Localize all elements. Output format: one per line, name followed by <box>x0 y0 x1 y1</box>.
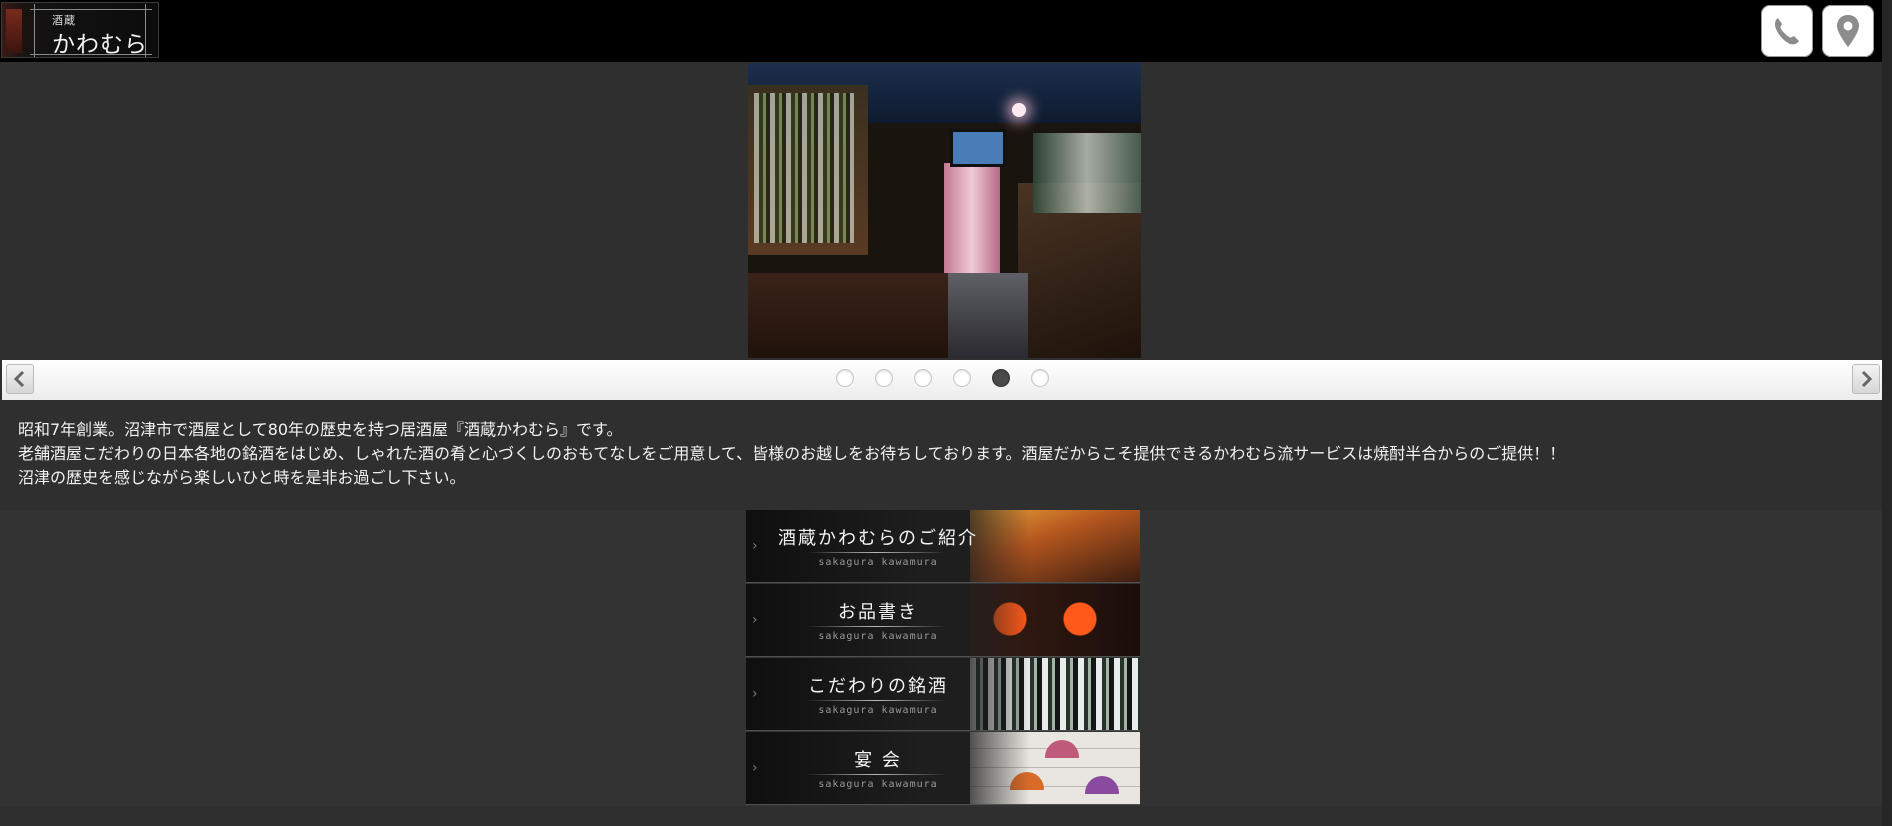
slider-dot-4[interactable] <box>953 369 971 387</box>
menu-item-title: 宴 会 <box>854 750 902 771</box>
menu-item-banquet[interactable]: › 宴 会 sakagura kawamura <box>746 732 1140 805</box>
menu-item-subtitle: sakagura kawamura <box>818 631 938 642</box>
slider-image[interactable] <box>748 63 1141 358</box>
map-pin-icon <box>1837 15 1859 47</box>
chevron-left-icon <box>13 371 25 387</box>
chevron-right-icon: › <box>752 538 758 554</box>
page: 酒蔵 かわむら 昭和7年創業。沼津市で酒屋として80年の歴史を持つ居酒屋『酒蔵か… <box>0 0 1892 826</box>
phone-button[interactable] <box>1761 5 1813 57</box>
slider-next-button[interactable] <box>1852 364 1880 394</box>
menu-item-subtitle: sakagura kawamura <box>818 705 938 716</box>
intro-line: 沼津の歴史を感じながら楽しいひと時を是非お過ごし下さい。 <box>18 468 466 487</box>
menu-item-title: お品書き <box>838 602 918 623</box>
chevron-right-icon: › <box>752 760 758 776</box>
slider-dot-2[interactable] <box>875 369 893 387</box>
intro-text: 昭和7年創業。沼津市で酒屋として80年の歴史を持つ居酒屋『酒蔵かわむら』です。 … <box>18 418 1868 490</box>
intro-line: 老舗酒屋こだわりの日本各地の銘酒をはじめ、しゃれた酒の肴と心づくしのおもてなしを… <box>18 444 1566 463</box>
logo-decoration <box>6 9 22 53</box>
header-bar: 酒蔵 かわむら <box>0 0 1892 62</box>
menu-item-subtitle: sakagura kawamura <box>818 779 938 790</box>
chevron-right-icon <box>1861 371 1873 387</box>
page-scrollbar[interactable] <box>1882 0 1892 826</box>
menu-item-subtitle: sakagura kawamura <box>818 557 938 568</box>
slider-dot-5[interactable] <box>992 369 1010 387</box>
menu-banners: › 酒蔵かわむらのご紹介 sakagura kawamura › お品書き sa… <box>746 510 1140 806</box>
map-button[interactable] <box>1822 5 1874 57</box>
chevron-right-icon: › <box>752 612 758 628</box>
intro-line: 昭和7年創業。沼津市で酒屋として80年の歴史を持つ居酒屋『酒蔵かわむら』です。 <box>18 420 623 439</box>
site-logo[interactable]: 酒蔵 かわむら <box>1 2 159 58</box>
logo-big-text: かわむら <box>52 32 148 58</box>
slider-nav-bar <box>2 360 1882 400</box>
menu-item-title: こだわりの銘酒 <box>808 676 948 697</box>
chevron-right-icon: › <box>752 686 758 702</box>
slider-dot-6[interactable] <box>1031 369 1049 387</box>
slider-dot-1[interactable] <box>836 369 854 387</box>
phone-icon <box>1774 18 1799 45</box>
menu-item-title: 酒蔵かわむらのご紹介 <box>778 528 978 549</box>
menu-item-introduction[interactable]: › 酒蔵かわむらのご紹介 sakagura kawamura <box>746 510 1140 583</box>
menu-item-sake[interactable]: › こだわりの銘酒 sakagura kawamura <box>746 658 1140 731</box>
slider-dot-3[interactable] <box>914 369 932 387</box>
menu-item-menu[interactable]: › お品書き sakagura kawamura <box>746 584 1140 657</box>
slider-prev-button[interactable] <box>6 364 34 394</box>
